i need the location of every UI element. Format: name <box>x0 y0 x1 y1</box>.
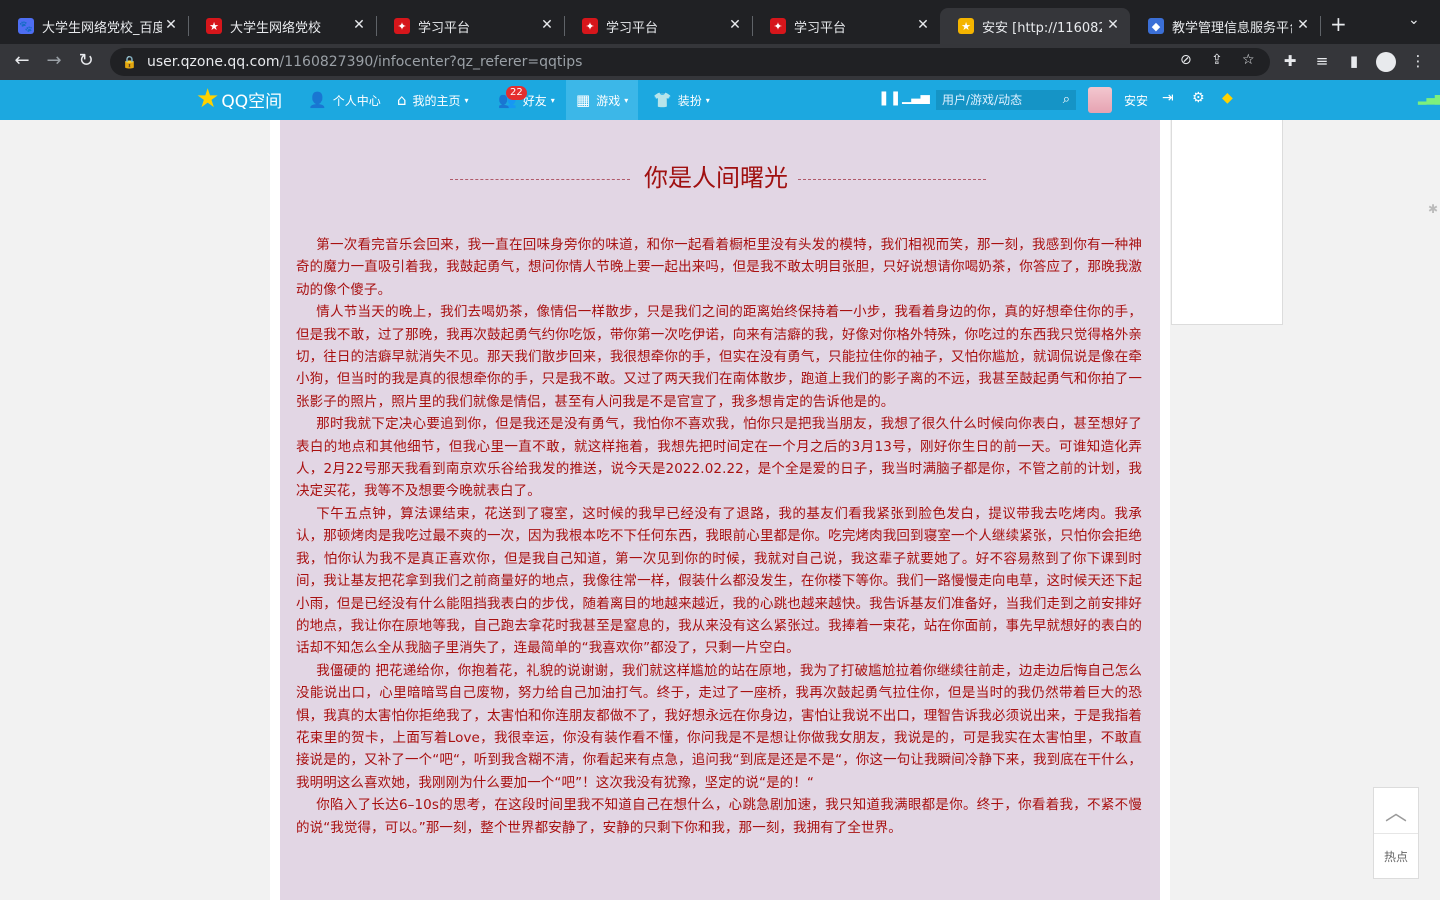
browser-tab[interactable]: ✦ 学习平台 ✕ <box>752 8 940 44</box>
article-paragraph: 你陷入了长达6–10s的思考，在这段时间里我不知道自己在想什么，心跳急剧加速，我… <box>296 797 1142 836</box>
browser-tab[interactable]: ★ 安安 [http://1160827390✕ <box>940 8 1130 44</box>
chevron-down-icon: ▾ <box>624 95 629 105</box>
search-placeholder: 用户/游戏/动态 <box>942 93 1023 107</box>
bars-icon[interactable]: ▁▃▅ <box>902 90 930 104</box>
browser-tab-strip: 🐾大学生网络党校_百度搜✕★大学生网络党校✕✦学习平台✕✦学习平台✕✦学习平台✕… <box>0 0 1440 44</box>
qzone-search-input[interactable]: 用户/游戏/动态 ⌕ <box>936 90 1076 110</box>
tab-title: 教学管理信息服务平台 <box>1172 20 1292 36</box>
share-icon[interactable]: ⇪ <box>1211 52 1223 68</box>
friends-count-badge: 22 <box>506 86 527 100</box>
avatar[interactable] <box>1088 87 1112 113</box>
gear-icon[interactable]: ⚙ <box>1192 90 1205 106</box>
article-paragraph: 情人节当天的晚上，我们去喝奶茶，像情侣一样散步，只是我们之间的距离始终保持着一小… <box>296 304 1142 410</box>
qzone-logo[interactable]: ★ QQ空间 <box>196 86 282 112</box>
browser-tab[interactable]: ◆ 教学管理信息服务平台 ✕ <box>1130 8 1321 44</box>
address-bar[interactable]: 🔒 user.qzone.qq.com/1160827390/infocente… <box>110 48 1270 76</box>
tab-favicon-icon: ✦ <box>582 18 598 34</box>
shirt-icon: 👕 <box>653 91 672 109</box>
article-paragraph: 我僵硬的 把花递给你，你抱着花，礼貌的说谢谢，我们就这样尴尬的站在原地，我为了打… <box>296 662 1142 791</box>
tab-close-icon[interactable]: ✕ <box>726 17 744 33</box>
nav-games[interactable]: ▦ 游戏 ▾ <box>566 80 639 120</box>
profile-avatar-icon[interactable] <box>1376 52 1396 72</box>
tab-close-icon[interactable]: ✕ <box>538 17 556 33</box>
tab-favicon-icon: 🐾 <box>18 18 34 34</box>
tab-title: 安安 [http://1160827390 <box>982 20 1102 36</box>
article-title: 你是人间曙光 <box>644 164 788 192</box>
tab-close-icon[interactable]: ✕ <box>1294 17 1312 33</box>
home-icon: ⌂ <box>397 91 407 109</box>
article-paragraph: 下午五点钟，算法课结束，花送到了寝室，这时候的我早已经没有了退路，我的基友们看我… <box>296 505 1142 657</box>
browser-tab[interactable]: ✦ 学习平台 ✕ <box>376 8 565 44</box>
article-title-row: 你是人间曙光 <box>450 156 986 196</box>
reload-button[interactable]: ↻ <box>74 50 98 71</box>
nav-home-label: 我的主页 <box>412 93 461 108</box>
tab-favicon-icon: ★ <box>958 18 974 34</box>
pin-icon[interactable]: ✱ <box>1428 202 1438 216</box>
tab-title: 大学生网络党校 <box>230 20 322 36</box>
tab-separator <box>1320 16 1321 36</box>
nav-personal-center[interactable]: 👤 个人中心 <box>308 80 381 120</box>
nav-decorate[interactable]: 👕 装扮 ▾ <box>653 80 710 120</box>
nav-my-home[interactable]: ⌂ 我的主页 ▾ <box>397 80 469 120</box>
browser-tab[interactable]: ✦ 学习平台 ✕ <box>564 8 753 44</box>
media-control-icon[interactable]: ≡ <box>1312 52 1332 70</box>
username[interactable]: 安安 <box>1124 92 1148 109</box>
side-panel-icon[interactable]: ▮ <box>1344 52 1364 70</box>
hot-label[interactable]: 热点 <box>1374 834 1418 878</box>
tab-close-icon[interactable]: ✕ <box>914 17 932 33</box>
diamond-icon[interactable]: ◆ <box>1222 90 1233 106</box>
chevron-down-icon: ▾ <box>705 95 710 105</box>
title-divider-right <box>798 179 986 180</box>
nav-personal-label: 个人中心 <box>332 93 381 108</box>
article-body: 第一次看完音乐会回来，我一直在回味身旁你的味道，和你一起看着橱柜里没有头发的模特… <box>296 234 1142 839</box>
back-to-top-chevron-up-icon[interactable]: ︿ <box>1374 788 1418 834</box>
back-button[interactable]: ← <box>10 50 34 71</box>
pause-icon[interactable]: ❚❚ <box>878 90 901 106</box>
nav-games-label: 游戏 <box>596 93 621 108</box>
menu-kebab-icon[interactable]: ⋮ <box>1408 52 1428 70</box>
tab-title: 学习平台 <box>606 20 659 36</box>
tab-search-chevron-icon[interactable]: ⌄ <box>1408 12 1420 28</box>
browser-toolbar: ← → ↻ 🔒 user.qzone.qq.com/1160827390/inf… <box>0 44 1440 80</box>
url-path: /1160827390/infocenter?qz_referer=qqtips <box>279 54 583 70</box>
grid-icon: ▦ <box>576 91 591 109</box>
tab-title: 大学生网络党校_百度搜 <box>42 20 162 36</box>
title-divider-left <box>450 179 630 180</box>
tab-favicon-icon: ✦ <box>770 18 786 34</box>
tab-title: 学习平台 <box>794 20 847 36</box>
tab-close-icon[interactable]: ✕ <box>350 17 368 33</box>
qzone-logo-text: QQ空间 <box>221 91 283 112</box>
tab-favicon-icon: ★ <box>206 18 222 34</box>
tab-close-icon[interactable]: ✕ <box>162 17 180 33</box>
tab-title: 学习平台 <box>418 20 471 36</box>
nav-decorate-label: 装扮 <box>677 93 702 108</box>
extensions-icon[interactable]: ✚ <box>1280 52 1300 70</box>
new-tab-button[interactable]: + <box>1330 12 1347 36</box>
right-sidebar-card <box>1171 120 1283 325</box>
search-icon[interactable]: ⌕ <box>1063 90 1070 110</box>
browser-tab[interactable]: 🐾 大学生网络党校_百度搜✕ <box>0 8 189 44</box>
url-host: user.qzone.qq.com <box>146 54 280 70</box>
right-column-border <box>1160 120 1170 900</box>
qzone-star-icon: ★ <box>196 84 220 114</box>
article-paragraph: 那时我就下定决心要追到你，但是我还是没有勇气，我怕你不喜欢我，怕你只是把我当朋友… <box>296 416 1142 500</box>
tab-close-icon[interactable]: ✕ <box>1104 17 1122 33</box>
browser-tab[interactable]: ★ 大学生网络党校 ✕ <box>188 8 377 44</box>
nav-friends[interactable]: 👥 好友 ▾ <box>498 80 555 120</box>
tab-favicon-icon: ◆ <box>1148 18 1164 34</box>
hot-widget[interactable]: ︿ 热点 <box>1373 787 1419 879</box>
signal-icon: ▂▄▆ <box>1418 92 1440 105</box>
left-background <box>0 120 270 900</box>
chevron-down-icon: ▾ <box>464 95 469 105</box>
forward-button[interactable]: → <box>42 50 66 71</box>
tab-favicon-icon: ✦ <box>394 18 410 34</box>
logout-icon[interactable]: ⇥ <box>1162 90 1174 106</box>
chevron-down-icon: ▾ <box>550 95 555 105</box>
blocked-icon[interactable]: ⊘ <box>1180 52 1192 68</box>
article-paragraph: 第一次看完音乐会回来，我一直在回味身旁你的味道，和你一起看着橱柜里没有头发的模特… <box>296 237 1142 298</box>
lock-icon: 🔒 <box>122 55 137 69</box>
person-icon: 👤 <box>308 91 327 109</box>
bookmark-star-icon[interactable]: ☆ <box>1242 52 1255 68</box>
